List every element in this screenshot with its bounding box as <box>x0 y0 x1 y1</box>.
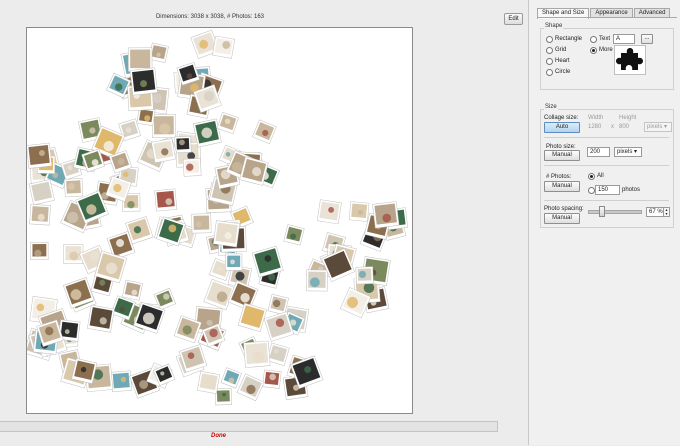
separator <box>544 137 669 138</box>
collage-photo <box>220 367 242 389</box>
status-text: Done <box>211 433 226 439</box>
photo-spacing-slider[interactable] <box>599 206 605 217</box>
shape-more-label: More <box>599 47 613 53</box>
photo-size-manual-button[interactable]: Manual <box>544 150 580 161</box>
collage-photo <box>154 188 178 212</box>
collage-photo <box>151 114 176 138</box>
collage-preview <box>27 29 409 406</box>
shape-heart-label: Heart <box>555 58 570 64</box>
collage-photo <box>28 179 55 206</box>
shape-circle-label: Circle <box>555 69 571 75</box>
shape-grid-radio[interactable] <box>546 47 553 54</box>
collage-photo <box>236 373 265 402</box>
collage-photo <box>372 201 400 229</box>
edit-button[interactable]: Edit <box>504 13 523 25</box>
size-group-label: Size <box>544 104 558 110</box>
collage-photo <box>128 47 153 72</box>
photos-count-radio[interactable] <box>588 187 595 194</box>
collage-unit-value: pixels <box>647 124 663 130</box>
font-browse-button[interactable]: ... <box>641 34 653 44</box>
photo-spacing-label: Photo spacing: <box>544 206 584 212</box>
photo-spacing-input[interactable]: 67 % <box>646 207 664 217</box>
photos-count-input[interactable]: 150 <box>595 185 620 195</box>
separator <box>544 200 669 201</box>
settings-panel: Shape and Size Appearance Advanced Shape… <box>529 0 680 445</box>
photos-all-radio[interactable] <box>588 173 595 180</box>
chevron-down-icon: ▾ <box>664 124 668 130</box>
separator <box>544 165 669 166</box>
collage-photo <box>122 279 143 301</box>
collage-photo <box>252 119 277 145</box>
collage-photo <box>151 138 176 164</box>
tab-content: Shape Rectangle Grid Heart Circle Text A… <box>537 17 677 446</box>
dimensions-label: Dimensions: 3038 x 3038, # Photos: 163 <box>155 14 265 20</box>
collage-photo <box>214 388 233 406</box>
collage-photo <box>212 35 236 59</box>
chevron-down-icon: ▾ <box>634 149 638 155</box>
collage-photo <box>129 67 158 96</box>
times-label: x <box>611 124 614 130</box>
photo-spacing-manual-button[interactable]: Manual <box>544 213 580 224</box>
collage-photo <box>27 142 53 169</box>
collage-photo <box>87 304 115 333</box>
collage-photo <box>348 201 370 222</box>
height-label: Height <box>619 115 637 121</box>
shape-text-radio[interactable] <box>590 36 597 43</box>
width-label: Width <box>588 115 604 121</box>
collage-photo <box>197 371 220 394</box>
photo-spacing-track[interactable] <box>588 210 642 214</box>
shape-heart-radio[interactable] <box>546 58 553 65</box>
photos-all-label: All <box>597 173 604 179</box>
shape-text-input[interactable]: A <box>613 34 635 44</box>
collage-photo <box>316 199 342 225</box>
spin-arrows-icon[interactable]: ▴ ▾ <box>663 207 670 217</box>
shape-text-label: Text <box>599 36 611 42</box>
collage-photo <box>355 266 374 285</box>
collage-photo <box>243 340 271 368</box>
shape-circle-radio[interactable] <box>546 69 553 76</box>
collage-photo <box>174 135 192 154</box>
shape-more-radio[interactable] <box>590 47 597 54</box>
collage-size-label: Collage size: <box>544 115 579 121</box>
collage-canvas <box>26 27 413 414</box>
collage-unit-select[interactable]: pixels ▾ <box>644 122 672 132</box>
shape-rectangle-label: Rectangle <box>555 36 583 42</box>
canvas-area: Dimensions: 3038 x 3038, # Photos: 163 E… <box>0 0 528 445</box>
photo-unit-select[interactable]: pixels ▾ <box>614 147 642 157</box>
shape-group-label: Shape <box>544 23 564 29</box>
collage-photo <box>71 358 98 384</box>
photos-manual-button[interactable]: Manual <box>544 181 580 192</box>
collage-size-auto-button[interactable]: Auto <box>544 122 580 133</box>
shape-preview[interactable] <box>614 45 646 75</box>
collage-photo <box>212 220 241 248</box>
collage-photo <box>216 111 239 135</box>
photo-size-input[interactable]: 200 <box>587 147 610 157</box>
collage-photo <box>283 224 305 246</box>
collage-photo <box>262 369 282 389</box>
collage-photo <box>306 269 328 292</box>
photos-count-label: # Photos: <box>546 174 572 180</box>
shape-grid-label: Grid <box>555 47 567 53</box>
collage-photo <box>29 203 51 226</box>
collage-photo <box>30 241 49 261</box>
photo-unit-value: pixels <box>617 149 633 155</box>
collage-photo <box>191 213 212 234</box>
photos-suffix-label: photos <box>622 187 641 193</box>
collage-photo <box>225 253 243 271</box>
collage-photo <box>110 370 133 393</box>
collage-photo <box>64 178 84 198</box>
collage-photo <box>182 158 202 177</box>
collage-photo <box>192 118 222 148</box>
height-value[interactable]: 800 <box>619 124 629 130</box>
progress-bar <box>0 421 498 432</box>
width-value[interactable]: 1280 <box>588 124 601 130</box>
puzzle-piece-icon <box>616 48 643 70</box>
shape-rectangle-radio[interactable] <box>546 36 553 43</box>
